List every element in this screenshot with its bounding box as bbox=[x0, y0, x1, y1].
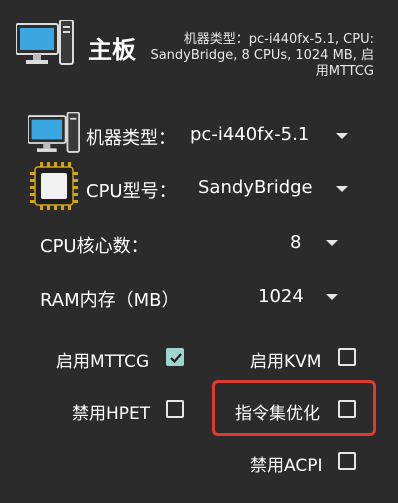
highlight-box bbox=[212, 380, 376, 436]
ram-value[interactable]: 1024 bbox=[258, 286, 304, 307]
header-summary: 机器类型：pc-i440fx-5.1, CPU: SandyBridge, 8 … bbox=[150, 32, 374, 79]
machine-type-row[interactable]: 机器类型： pc-i440fx-5.1 bbox=[27, 111, 368, 160]
ram-row[interactable]: RAM内存（MB） 1024 bbox=[40, 282, 360, 312]
kvm-label: 启用KVM bbox=[250, 352, 322, 372]
mttcg-checkbox[interactable] bbox=[166, 348, 184, 366]
computer-monitor-icon bbox=[27, 111, 80, 160]
cpu-model-label: CPU型号： bbox=[86, 181, 177, 202]
machine-type-value[interactable]: pc-i440fx-5.1 bbox=[190, 124, 309, 145]
hpet-label: 禁用HPET bbox=[72, 404, 151, 424]
checkmark-icon bbox=[170, 353, 182, 364]
acpi-label: 禁用ACPI bbox=[250, 456, 323, 476]
acpi-checkbox[interactable] bbox=[338, 452, 356, 470]
header-computer-icon bbox=[15, 19, 74, 72]
chevron-down-icon[interactable] bbox=[336, 186, 348, 192]
chevron-down-icon[interactable] bbox=[326, 240, 338, 246]
cpu-chip-icon bbox=[30, 162, 78, 214]
machine-type-label: 机器类型： bbox=[86, 128, 176, 149]
cpu-cores-label: CPU核心数： bbox=[40, 236, 149, 257]
cpu-model-value[interactable]: SandyBridge bbox=[198, 177, 313, 198]
chevron-down-icon[interactable] bbox=[336, 133, 348, 139]
ram-label: RAM内存（MB） bbox=[40, 290, 180, 311]
cpu-cores-row[interactable]: CPU核心数： 8 bbox=[40, 228, 360, 258]
chevron-down-icon[interactable] bbox=[326, 294, 338, 300]
mttcg-label: 启用MTTCG bbox=[56, 352, 150, 372]
kvm-checkbox[interactable] bbox=[338, 348, 356, 366]
cpu-cores-value[interactable]: 8 bbox=[290, 232, 301, 253]
hpet-checkbox[interactable] bbox=[166, 400, 184, 418]
cpu-model-row[interactable]: CPU型号： SandyBridge bbox=[28, 162, 368, 212]
page-title: 主板 bbox=[88, 36, 136, 64]
